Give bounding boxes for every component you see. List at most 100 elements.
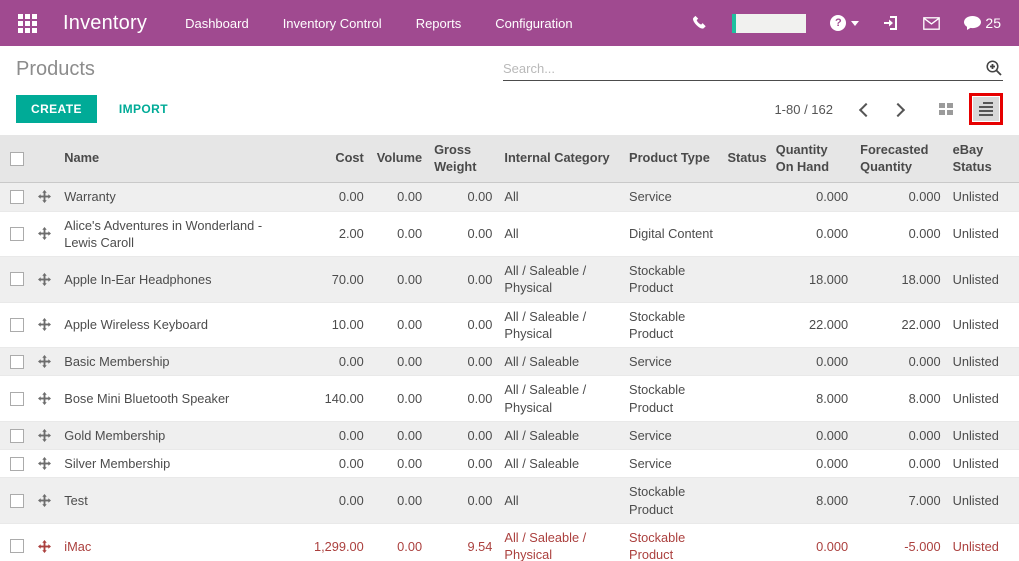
- table-row[interactable]: Silver Membership 0.00 0.00 0.00 All / S…: [0, 449, 1019, 478]
- drag-handle-icon[interactable]: [38, 318, 52, 332]
- column-header-name[interactable]: Name: [60, 135, 294, 184]
- user-menu[interactable]: [732, 13, 807, 33]
- cell-status: [723, 256, 772, 303]
- cell-volume: 0.00: [371, 347, 431, 376]
- row-checkbox[interactable]: [10, 317, 24, 332]
- cell-internal-category: All: [504, 189, 519, 205]
- row-checkbox[interactable]: [10, 272, 24, 287]
- row-checkbox[interactable]: [10, 493, 24, 508]
- column-header-internal-category[interactable]: Internal Category: [500, 135, 626, 184]
- chat-counter[interactable]: 25: [964, 15, 1001, 31]
- cell-internal-category: All / Saleable / Physical: [500, 522, 626, 561]
- product-table-body: Warranty 0.00 0.00 0.00 All Service 0.00…: [0, 182, 1019, 561]
- cell-status: [723, 522, 772, 561]
- annotation-highlight-box: [969, 93, 1003, 125]
- cell-forecasted-qty: -5.000: [856, 522, 949, 561]
- drag-handle-icon[interactable]: [38, 457, 52, 471]
- cell-gross-weight: 0.00: [430, 449, 501, 478]
- cell-qty-on-hand: 8.000: [771, 375, 857, 422]
- cell-forecasted-qty: 7.000: [856, 477, 949, 524]
- cell-forecasted-qty: 8.000: [856, 375, 949, 422]
- list-view-button[interactable]: [973, 97, 999, 121]
- column-header-product-type[interactable]: Product Type: [625, 135, 724, 184]
- create-button[interactable]: CREATE: [16, 95, 97, 123]
- cell-internal-category: All / Saleable / Physical: [500, 375, 626, 422]
- cell-cost: 0.00: [293, 477, 372, 524]
- cell-gross-weight: 0.00: [430, 420, 501, 450]
- app-title: Inventory: [63, 11, 148, 34]
- pager-next-button[interactable]: [889, 98, 911, 120]
- import-button[interactable]: IMPORT: [119, 102, 168, 116]
- search-input[interactable]: [503, 60, 985, 76]
- apps-menu-icon[interactable]: [18, 13, 37, 33]
- cell-status: [723, 301, 772, 348]
- cell-name: Warranty: [64, 189, 116, 205]
- menu-item-configuration[interactable]: Configuration: [495, 16, 572, 31]
- menu-item-inventory-control[interactable]: Inventory Control: [283, 16, 382, 31]
- row-checkbox[interactable]: [10, 354, 24, 369]
- drag-handle-icon[interactable]: [38, 392, 52, 406]
- cell-ebay-status: Unlisted: [948, 522, 1019, 561]
- cell-name: Test: [60, 477, 294, 524]
- main-menu: Dashboard Inventory Control Reports Conf…: [185, 16, 572, 31]
- table-row[interactable]: iMac 1,299.00 0.00 9.54 All / Saleable /…: [0, 522, 1019, 561]
- cell-volume: 0.00: [371, 477, 431, 524]
- row-checkbox[interactable]: [10, 226, 24, 241]
- cell-product-type: Stockable Product: [625, 477, 724, 524]
- column-header-volume[interactable]: Volume: [371, 135, 431, 184]
- column-header-cost[interactable]: Cost: [293, 135, 372, 184]
- table-row[interactable]: Warranty 0.00 0.00 0.00 All Service 0.00…: [0, 182, 1019, 212]
- cell-status: [723, 210, 772, 257]
- cell-ebay-status: Unlisted: [948, 375, 1019, 422]
- cell-status: [724, 183, 772, 211]
- select-all-checkbox[interactable]: [10, 151, 24, 166]
- cell-gross-weight: 0.00: [430, 256, 501, 303]
- drag-handle-icon[interactable]: [38, 429, 52, 443]
- sign-in-icon[interactable]: [883, 15, 899, 31]
- kanban-view-button[interactable]: [933, 97, 959, 121]
- search-zoom-icon[interactable]: [985, 59, 1003, 77]
- cell-gross-weight: 9.54: [430, 522, 501, 561]
- cell-cost: 2.00: [293, 210, 372, 257]
- column-header-gross-weight[interactable]: Gross Weight: [430, 135, 501, 184]
- table-row[interactable]: Gold Membership 0.00 0.00 0.00 All / Sal…: [0, 420, 1019, 450]
- cell-volume: 0.00: [371, 522, 431, 561]
- cell-cost: 10.00: [293, 301, 372, 348]
- column-header-qty-on-hand[interactable]: Quantity On Hand: [771, 135, 857, 184]
- cell-name: Bose Mini Bluetooth Speaker: [60, 375, 294, 422]
- row-checkbox[interactable]: [10, 539, 24, 554]
- menu-item-reports[interactable]: Reports: [416, 16, 462, 31]
- table-row[interactable]: Apple Wireless Keyboard 10.00 0.00 0.00 …: [0, 301, 1019, 348]
- table-row[interactable]: Test 0.00 0.00 0.00 All Stockable Produc…: [0, 477, 1019, 524]
- column-header-status[interactable]: Status: [723, 135, 772, 184]
- column-header-ebay-status[interactable]: eBay Status: [948, 135, 1019, 184]
- cell-volume: 0.00: [371, 449, 431, 478]
- row-checkbox[interactable]: [10, 189, 24, 204]
- column-header-forecasted-qty[interactable]: Forecasted Quantity: [856, 135, 949, 184]
- row-checkbox[interactable]: [10, 456, 24, 471]
- cell-ebay-status: Unlisted: [948, 477, 1019, 524]
- messages-icon[interactable]: [923, 16, 941, 30]
- menu-item-dashboard[interactable]: Dashboard: [185, 16, 249, 31]
- view-switcher: [933, 93, 1003, 125]
- phone-icon[interactable]: [692, 15, 708, 31]
- table-row[interactable]: Alice's Adventures in Wonderland - Lewis…: [0, 210, 1019, 257]
- drag-handle-icon[interactable]: [38, 494, 52, 508]
- cell-forecasted-qty: 0.000: [856, 449, 949, 478]
- table-row[interactable]: Basic Membership 0.00 0.00 0.00 All / Sa…: [0, 347, 1019, 376]
- drag-handle-icon[interactable]: [38, 539, 52, 553]
- cell-forecasted-qty: 0.000: [908, 189, 941, 205]
- pager-previous-button[interactable]: [853, 98, 875, 120]
- help-menu[interactable]: ?: [830, 15, 860, 31]
- table-row[interactable]: Apple In-Ear Headphones 70.00 0.00 0.00 …: [0, 256, 1019, 303]
- table-row[interactable]: Bose Mini Bluetooth Speaker 140.00 0.00 …: [0, 375, 1019, 422]
- cell-volume: 0.00: [371, 420, 431, 450]
- drag-handle-icon[interactable]: [38, 227, 52, 241]
- cell-cost: 70.00: [293, 256, 372, 303]
- row-checkbox[interactable]: [10, 428, 24, 443]
- drag-handle-icon[interactable]: [38, 355, 52, 369]
- drag-handle-icon[interactable]: [38, 272, 52, 286]
- cell-ebay-status: Unlisted: [948, 210, 1019, 257]
- row-checkbox[interactable]: [10, 391, 24, 406]
- drag-handle-icon[interactable]: [38, 190, 52, 204]
